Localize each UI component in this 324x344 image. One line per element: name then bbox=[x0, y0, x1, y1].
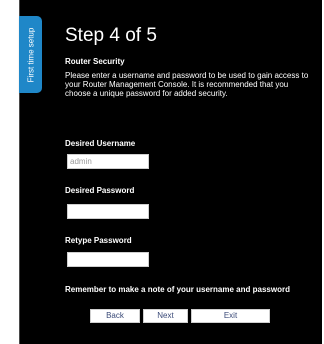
back-button[interactable]: Back bbox=[90, 309, 140, 323]
section-heading: Router Security bbox=[65, 57, 125, 66]
password-label: Desired Password bbox=[65, 186, 135, 195]
first-time-setup-tab[interactable]: First time setup bbox=[19, 16, 42, 93]
username-label: Desired Username bbox=[65, 139, 136, 148]
side-tab-label: First time setup bbox=[26, 27, 35, 82]
exit-button[interactable]: Exit bbox=[191, 309, 270, 323]
retype-password-input[interactable] bbox=[67, 252, 149, 267]
instructions-text: Please enter a username and password to … bbox=[65, 71, 309, 98]
setup-window: First time setup Step 4 of 5 Router Secu… bbox=[0, 0, 324, 344]
password-input[interactable] bbox=[67, 204, 149, 219]
next-button[interactable]: Next bbox=[143, 309, 188, 323]
retype-password-label: Retype Password bbox=[65, 236, 132, 245]
page-title: Step 4 of 5 bbox=[65, 25, 157, 46]
username-input[interactable] bbox=[67, 154, 149, 169]
reminder-note: Remember to make a note of your username… bbox=[65, 285, 290, 294]
